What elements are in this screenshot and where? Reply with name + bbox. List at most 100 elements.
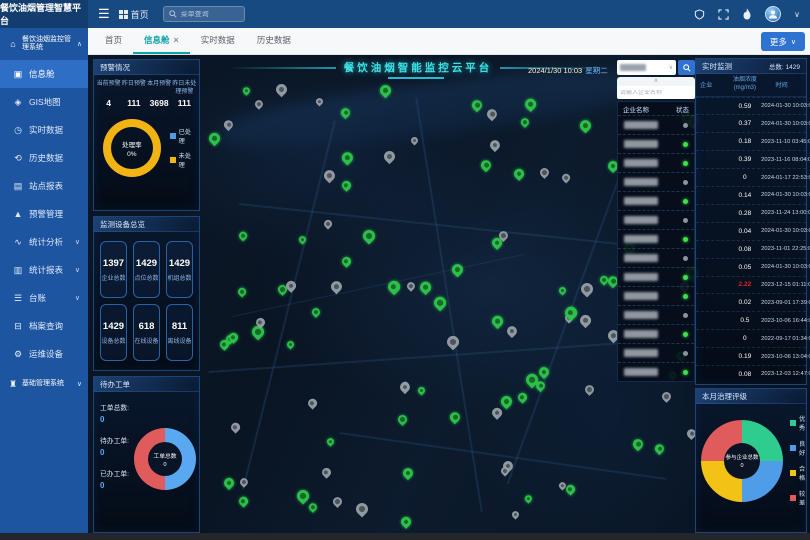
map-pin-online[interactable] [578,118,594,134]
sidebar-group-header[interactable]: ♜基础管理系统∨ [0,368,88,400]
map-pin-online[interactable] [479,158,494,173]
map-pin-offline[interactable] [253,98,265,110]
sidebar-item[interactable]: ⟲历史数据 [0,144,88,172]
map-pin-offline[interactable] [577,313,592,328]
map-pin-online[interactable] [241,85,252,96]
fullscreen-icon[interactable] [718,9,729,20]
company-name-search[interactable] [617,86,695,99]
realtime-row[interactable]: 0.052024-01-30 10:03:00 [696,258,806,276]
flame-icon[interactable] [742,8,752,20]
map-pin-online[interactable] [512,167,526,181]
tab[interactable]: 实时数据 [190,28,246,54]
close-icon[interactable]: × [174,35,179,45]
map-pin-offline[interactable] [229,421,241,433]
map-pin-online[interactable] [238,230,249,241]
tab[interactable]: 首页 [94,28,133,54]
map-pin-offline[interactable] [538,166,551,179]
map-pin-online[interactable] [341,256,353,268]
hamburger-icon[interactable]: ☰ [98,6,110,22]
company-name-input[interactable] [620,90,692,96]
map-pin-online[interactable] [307,502,319,514]
realtime-row[interactable]: 0.142024-01-30 10:03:00 [696,186,806,204]
collapse-handle[interactable]: ∧ [617,77,695,86]
map-pin-online[interactable] [418,280,433,295]
map-pin-offline[interactable] [353,501,370,518]
map-pin-offline[interactable] [397,380,411,394]
map-pin-offline[interactable] [273,82,289,98]
map-pin-online[interactable] [653,442,666,455]
company-row[interactable] [618,267,694,286]
shield-icon[interactable] [694,9,705,20]
company-row[interactable] [618,362,694,381]
company-row[interactable] [618,115,694,134]
sidebar-item[interactable]: ◈GIS地图 [0,88,88,116]
company-search-button[interactable] [678,60,695,75]
map-pin-offline[interactable] [322,219,333,230]
company-row[interactable] [618,286,694,305]
map-pin-online[interactable] [490,314,505,329]
map-pin-offline[interactable] [488,138,502,152]
realtime-row[interactable]: 0.082023-12-03 12:47:00 [696,365,806,383]
sidebar-item[interactable]: ▣信息舱 [0,60,88,88]
map-pin-online[interactable] [401,466,415,480]
map-pin-online[interactable] [399,515,413,529]
map-pin-online[interactable] [448,410,463,425]
map-pin-online[interactable] [310,306,322,318]
map-pin-online[interactable] [340,179,352,191]
map-pin-offline[interactable] [331,495,344,508]
realtime-row[interactable]: 0.282023-11-24 13:00:00 [696,204,806,222]
more-button[interactable]: 更多 ∨ [761,32,805,51]
sidebar-item[interactable]: ▤站点报表 [0,172,88,200]
map-pin-offline[interactable] [490,406,504,420]
sidebar-item[interactable]: ⚙运维设备 [0,340,88,368]
breadcrumb[interactable]: 首页 [119,8,149,21]
map-pin-online[interactable] [326,436,336,446]
company-row[interactable] [618,248,694,267]
sidebar-group-header[interactable]: ⌂餐饮油烟监控管理系统∧ [0,28,88,60]
map-pin-online[interactable] [416,386,426,396]
company-row[interactable] [618,210,694,229]
map-pin-online[interactable] [449,262,465,278]
map-pin-online[interactable] [237,496,249,508]
map-pin-offline[interactable] [510,509,520,519]
company-row[interactable] [618,191,694,210]
map-pin-online[interactable] [517,391,529,403]
map-pin-offline[interactable] [505,323,519,337]
map-pin-offline[interactable] [320,466,332,478]
map-pin-online[interactable] [285,339,295,349]
map-pin-online[interactable] [524,493,534,503]
company-row[interactable] [618,324,694,343]
realtime-row[interactable]: 0.392023-11-16 08:04:00 [696,150,806,168]
sidebar-item[interactable]: ⊟档案查询 [0,312,88,340]
map-pin-offline[interactable] [583,383,596,396]
map-pin-online[interactable] [431,295,448,312]
realtime-row[interactable]: 0.592024-01-30 10:03:00 [696,97,806,115]
realtime-row[interactable]: 0.52023-10-06 16:44:00 [696,311,806,329]
company-row[interactable] [618,134,694,153]
sidebar-item[interactable]: ◷实时数据 [0,116,88,144]
realtime-row[interactable]: 0.372024-01-30 10:03:00 [696,114,806,132]
realtime-row[interactable]: 2.222023-12-15 01:11:00 [696,276,806,294]
realtime-row[interactable]: 0.082023-11-01 22:25:00 [696,240,806,258]
sidebar-item[interactable]: ▲预警管理 [0,200,88,228]
map-pin-offline[interactable] [306,397,318,409]
map-pin-online[interactable] [340,150,356,166]
company-row[interactable] [618,343,694,362]
realtime-row[interactable]: 0.022023-09-01 17:39:00 [696,293,806,311]
map-pin-online[interactable] [396,413,409,426]
company-row[interactable] [618,153,694,172]
map-pin-online[interactable] [222,476,236,490]
map-pin-offline[interactable] [239,477,251,489]
map-pin-offline[interactable] [445,334,462,351]
map-pin-online[interactable] [499,394,515,410]
menu-search[interactable] [163,6,245,22]
map-pin-offline[interactable] [405,281,417,293]
map-pin-offline[interactable] [560,172,571,183]
tab[interactable]: 信息舱× [133,28,190,54]
search-input[interactable] [181,11,239,18]
company-row[interactable] [618,305,694,324]
company-row[interactable] [618,172,694,191]
map-pin-online[interactable] [295,488,312,505]
area-select[interactable]: ∨ [617,60,676,75]
avatar[interactable] [765,6,781,22]
